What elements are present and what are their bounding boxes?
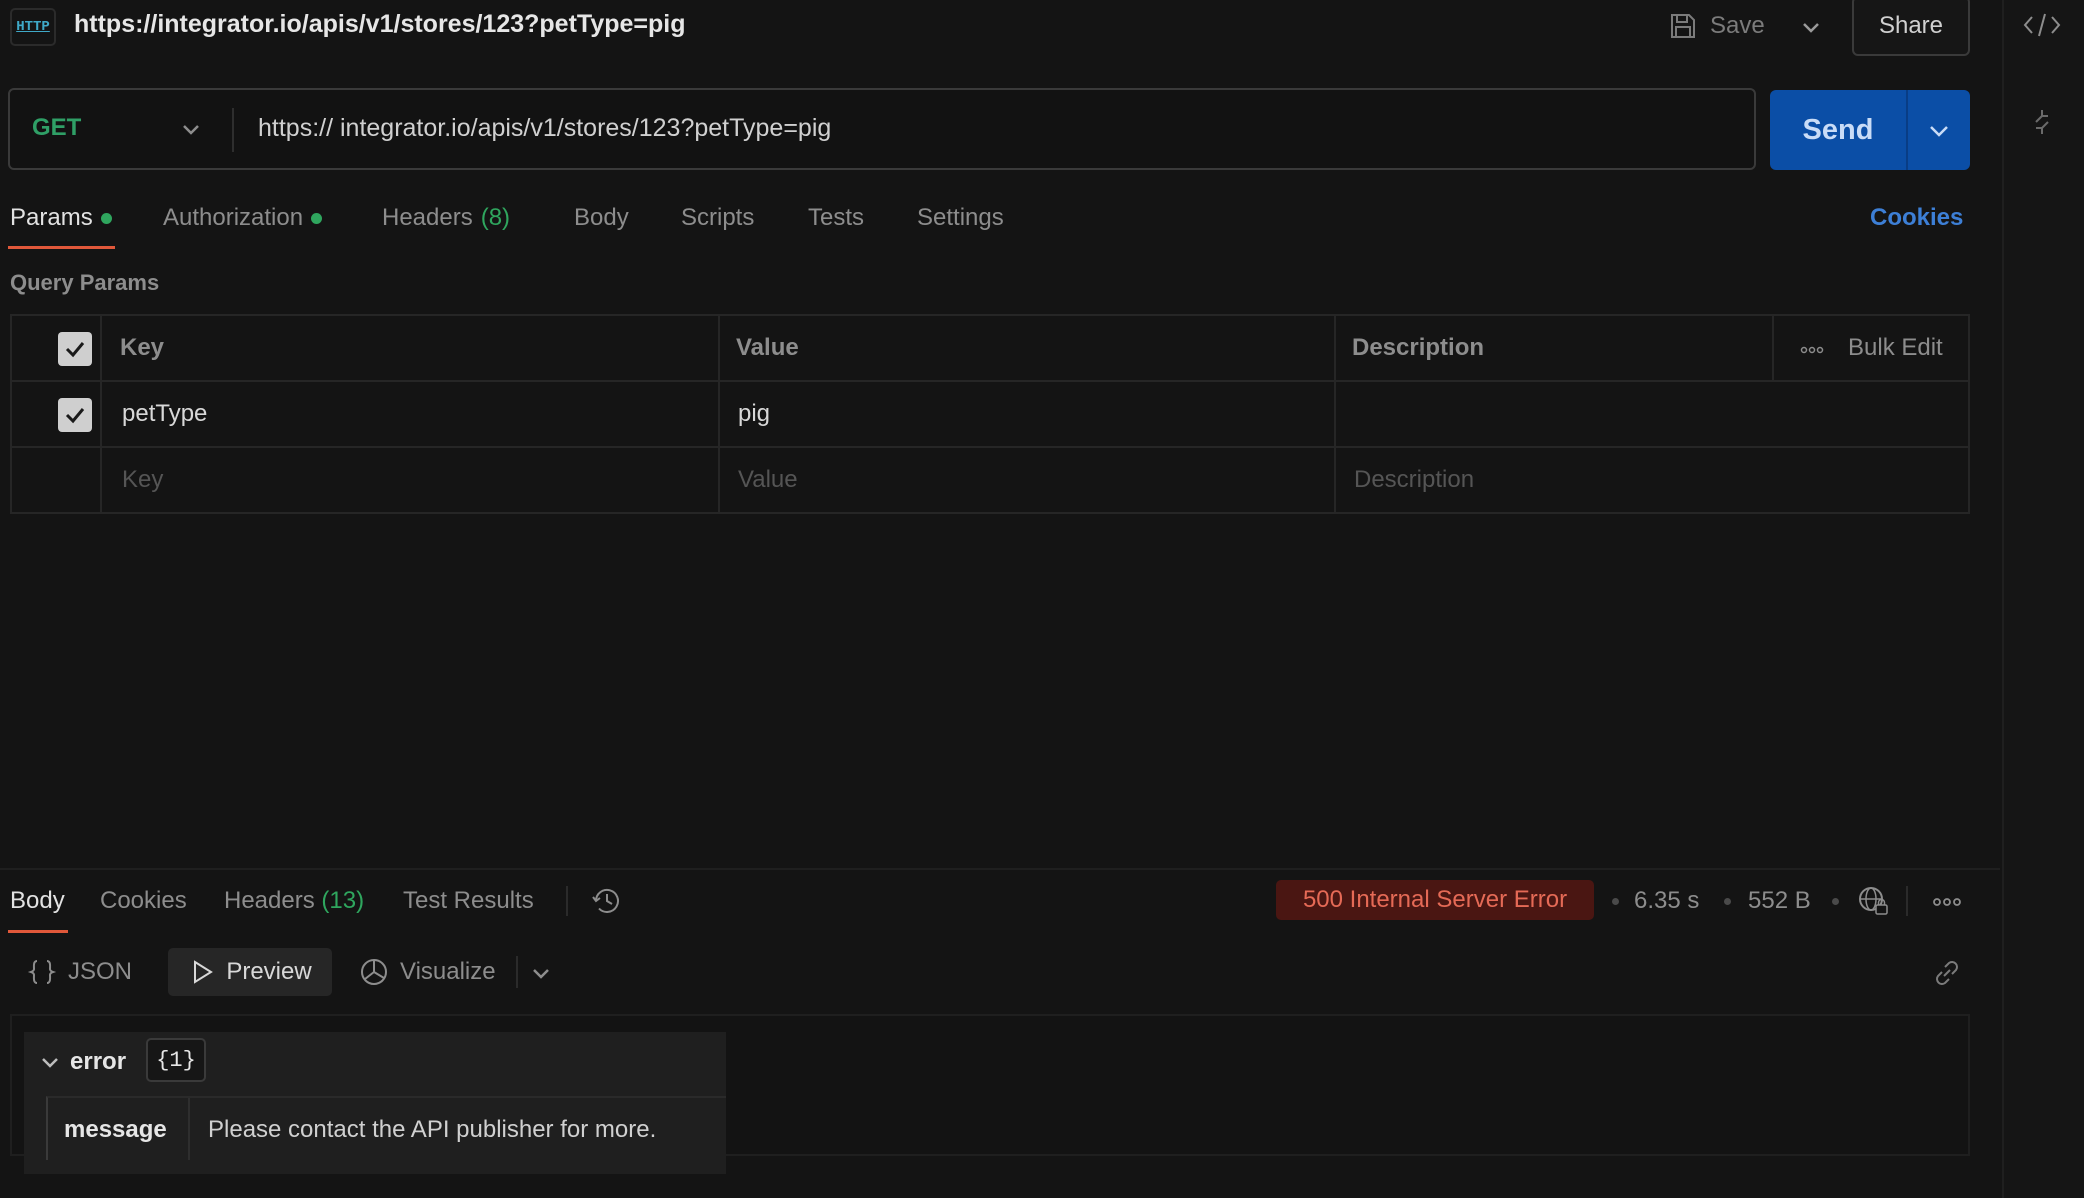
tab-scripts[interactable]: Scripts [681,204,754,232]
save-label: Save [1710,12,1765,39]
collapse-icon[interactable] [2026,106,2058,138]
table-row: petType pig [12,382,1968,448]
chevron-down-icon[interactable] [526,958,556,988]
param-value-cell[interactable]: pig [738,382,770,446]
tab-params[interactable]: Params [10,204,112,232]
divider [232,108,234,152]
view-json-button[interactable]: JSON [26,948,132,996]
tab-tests[interactable]: Tests [808,204,864,232]
new-value-input[interactable]: Value [738,448,798,512]
divider [1906,90,1908,170]
table-header-row: Key Value Description Bulk Edit [12,316,1968,382]
save-options-chevron-icon[interactable] [1796,12,1826,42]
status-badge[interactable]: 500 Internal Server Error [1276,880,1594,920]
chevron-down-icon[interactable] [176,114,206,144]
tab-body[interactable]: Body [574,204,629,232]
select-all-checkbox[interactable] [58,332,92,366]
check-icon [65,342,85,358]
response-tab-body[interactable]: Body [10,887,65,915]
separator-dot [1612,898,1619,905]
save-button[interactable]: Save [1668,6,1765,46]
more-options-icon[interactable] [1800,346,1824,354]
view-visualize-button[interactable]: Visualize [358,948,496,996]
method-select[interactable]: GET [32,114,81,142]
json-value: Please contact the API publisher for mor… [208,1116,657,1143]
response-time[interactable]: 6.35 s [1634,887,1699,915]
url-input[interactable]: https:// integrator.io/apis/v1/stores/12… [258,114,831,143]
send-button[interactable]: Send [1770,90,1906,170]
new-description-input[interactable]: Description [1354,448,1474,512]
play-icon [194,960,214,984]
response-divider[interactable] [0,868,2000,870]
cookies-link[interactable]: Cookies [1870,204,1963,232]
json-tree: error {1} message Please contact the API… [24,1032,726,1174]
separator-dot [1724,898,1731,905]
column-header-key: Key [120,334,165,361]
json-object-count: {1} [146,1038,206,1082]
divider [1906,886,1908,916]
status-dot [100,212,112,224]
chevron-down-icon[interactable] [38,1050,62,1074]
status-dot [311,212,323,224]
tab-settings[interactable]: Settings [917,204,1004,232]
json-key: message [64,1116,167,1143]
share-button[interactable]: Share [1852,0,1970,56]
response-tab-cookies[interactable]: Cookies [100,887,187,915]
network-globe-icon[interactable] [1856,884,1890,918]
visualize-icon [361,959,387,985]
check-icon [65,408,85,424]
divider [516,956,518,988]
braces-icon [27,960,57,984]
bulk-edit-button[interactable]: Bulk Edit [1848,316,1943,380]
response-tab-test-results[interactable]: Test Results [403,887,534,915]
send-button-group: Send [1770,90,1970,170]
request-tabs: Params Authorization Headers (8) Body Scr… [0,196,2000,252]
divider [188,1098,190,1160]
http-request-icon: HTTP [10,8,56,46]
request-workspace: HTTP https://integrator.io/apis/v1/store… [0,0,2000,1198]
more-options-icon[interactable] [1932,898,1962,906]
json-node-error[interactable]: error {1} [24,1032,726,1094]
column-header-value: Value [736,334,799,361]
divider [566,886,568,916]
tab-headers[interactable]: Headers (8) [382,204,510,232]
code-icon[interactable] [2022,10,2062,40]
separator-dot [1832,898,1839,905]
param-key-cell[interactable]: petType [122,382,207,446]
send-options-chevron-icon[interactable] [1922,114,1956,148]
history-icon[interactable] [590,884,624,918]
row-checkbox[interactable] [58,398,92,432]
tab-authorization[interactable]: Authorization [163,204,323,232]
request-title[interactable]: https://integrator.io/apis/v1/stores/123… [74,10,686,39]
response-view-bar: JSON Preview Visualize [0,948,2000,998]
json-node-message: message Please contact the API publisher… [46,1096,726,1160]
response-tab-headers[interactable]: Headers (13) [224,887,364,915]
request-bar: GET https:// integrator.io/apis/v1/store… [8,88,1756,170]
active-tab-indicator [8,246,115,249]
json-key: error [70,1048,127,1075]
query-params-heading: Query Params [10,270,160,295]
right-sidebar [2002,0,2084,1198]
active-tab-indicator [8,930,68,933]
view-preview-button[interactable]: Preview [168,948,332,996]
title-bar: HTTP https://integrator.io/apis/v1/store… [0,0,2000,56]
new-key-input[interactable]: Key [122,448,163,512]
query-params-table: Key Value Description Bulk Edit petType … [10,314,1970,514]
column-header-description: Description [1352,334,1485,361]
save-icon [1671,14,1695,38]
table-row-new: Key Value Description [12,448,1968,514]
response-size[interactable]: 552 B [1748,887,1811,915]
response-body: error {1} message Please contact the API… [10,1014,1970,1174]
link-icon[interactable] [1930,956,1964,990]
